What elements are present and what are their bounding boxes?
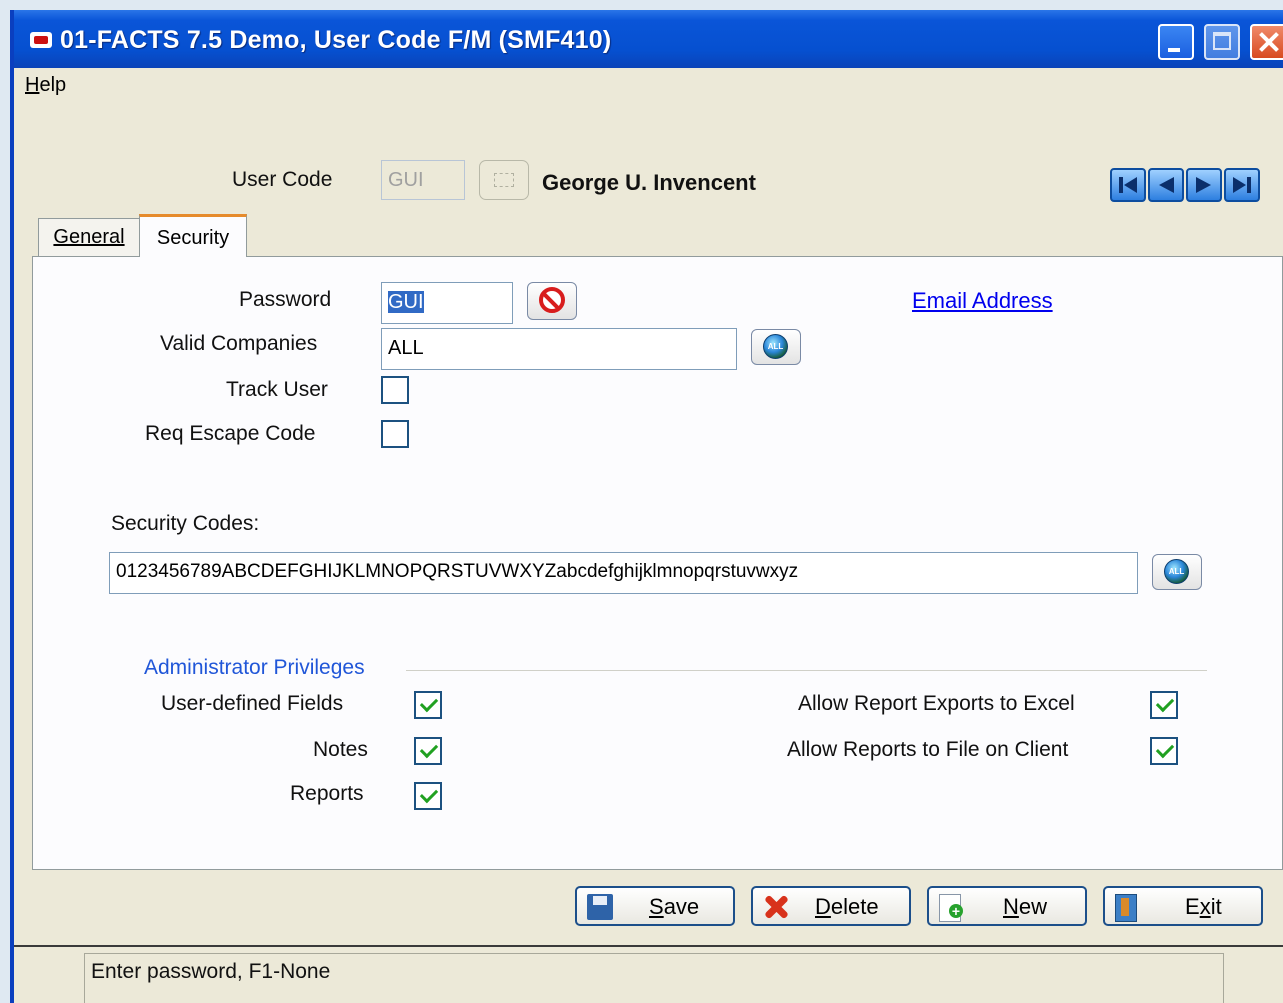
track-user-checkbox[interactable] bbox=[381, 376, 409, 404]
delete-button-label: Delete bbox=[815, 894, 879, 919]
new-button[interactable]: New bbox=[927, 886, 1087, 926]
valid-companies-label: Valid Companies bbox=[160, 332, 318, 355]
req-escape-code-checkbox[interactable] bbox=[381, 420, 409, 448]
exit-button-label: Exit bbox=[1185, 894, 1222, 919]
user-full-name: George U. Invencent bbox=[542, 170, 756, 195]
delete-button[interactable]: Delete bbox=[751, 886, 911, 926]
track-user-label: Track User bbox=[226, 378, 328, 401]
title-bar[interactable]: 01-FACTS 7.5 Demo, User Code F/M (SMF410… bbox=[14, 10, 1283, 68]
file-on-client-label: Allow Reports to File on Client bbox=[787, 738, 1069, 761]
status-bar: Enter password, F1-None bbox=[84, 953, 1224, 1003]
first-record-icon[interactable] bbox=[1110, 168, 1146, 202]
next-record-icon[interactable] bbox=[1186, 168, 1222, 202]
user-defined-fields-label: User-defined Fields bbox=[161, 692, 344, 715]
password-field[interactable]: GUI bbox=[381, 282, 513, 324]
security-codes-input[interactable]: 0123456789ABCDEFGHIJKLMNOPQRSTUVWXYZabcd… bbox=[109, 552, 1138, 594]
new-button-label: New bbox=[1003, 894, 1048, 919]
save-button[interactable]: Save bbox=[575, 886, 735, 926]
export-excel-label: Allow Report Exports to Excel bbox=[798, 692, 1075, 715]
notes-checkbox[interactable] bbox=[414, 737, 442, 765]
all-security-codes-button[interactable]: ALL bbox=[1152, 554, 1202, 590]
admin-privileges-title: Administrator Privileges bbox=[144, 656, 367, 680]
status-separator bbox=[14, 945, 1283, 947]
maximize-button[interactable] bbox=[1204, 24, 1240, 60]
menu-bar bbox=[14, 68, 1283, 102]
file-on-client-checkbox[interactable] bbox=[1150, 737, 1178, 765]
no-password-button[interactable] bbox=[527, 282, 577, 320]
password-value: GUI bbox=[388, 291, 424, 313]
exit-button[interactable]: Exit bbox=[1103, 886, 1263, 926]
user-defined-fields-checkbox[interactable] bbox=[414, 691, 442, 719]
menu-help[interactable]: Help bbox=[25, 74, 66, 97]
group-divider bbox=[406, 670, 1207, 671]
tab-security-label: Security bbox=[156, 227, 230, 249]
previous-record-icon[interactable] bbox=[1148, 168, 1184, 202]
notes-label: Notes bbox=[313, 738, 368, 761]
user-code-field: GUI bbox=[381, 160, 465, 200]
tab-general-label: General bbox=[53, 226, 125, 248]
reports-label: Reports bbox=[290, 782, 364, 805]
reports-checkbox[interactable] bbox=[414, 782, 442, 810]
user-code-label: User Code bbox=[232, 168, 333, 191]
security-codes-label: Security Codes: bbox=[111, 512, 260, 535]
tab-security[interactable]: Security bbox=[139, 214, 247, 257]
export-excel-checkbox[interactable] bbox=[1150, 691, 1178, 719]
exit-door-icon bbox=[1115, 894, 1137, 922]
valid-companies-input[interactable]: ALL bbox=[381, 328, 737, 370]
req-escape-code-label: Req Escape Code bbox=[145, 422, 316, 445]
all-companies-button[interactable]: ALL bbox=[751, 329, 801, 365]
delete-icon bbox=[763, 894, 789, 920]
last-record-icon[interactable] bbox=[1224, 168, 1260, 202]
close-button[interactable] bbox=[1250, 24, 1283, 60]
user-lookup-button bbox=[479, 160, 529, 200]
save-button-label: Save bbox=[649, 894, 700, 919]
minimize-button[interactable] bbox=[1158, 24, 1194, 60]
tab-general[interactable]: General bbox=[38, 218, 140, 256]
password-label: Password bbox=[239, 288, 332, 311]
new-document-icon bbox=[939, 894, 963, 922]
app-window: 01-FACTS 7.5 Demo, User Code F/M (SMF410… bbox=[10, 10, 1283, 1003]
app-icon[interactable] bbox=[30, 32, 52, 48]
globe-icon: ALL bbox=[1164, 559, 1189, 584]
save-icon bbox=[587, 894, 613, 920]
globe-icon: ALL bbox=[763, 334, 788, 359]
email-address-link[interactable]: Email Address bbox=[912, 288, 1053, 314]
window-title: 01-FACTS 7.5 Demo, User Code F/M (SMF410… bbox=[60, 26, 612, 54]
no-entry-icon bbox=[539, 287, 565, 313]
